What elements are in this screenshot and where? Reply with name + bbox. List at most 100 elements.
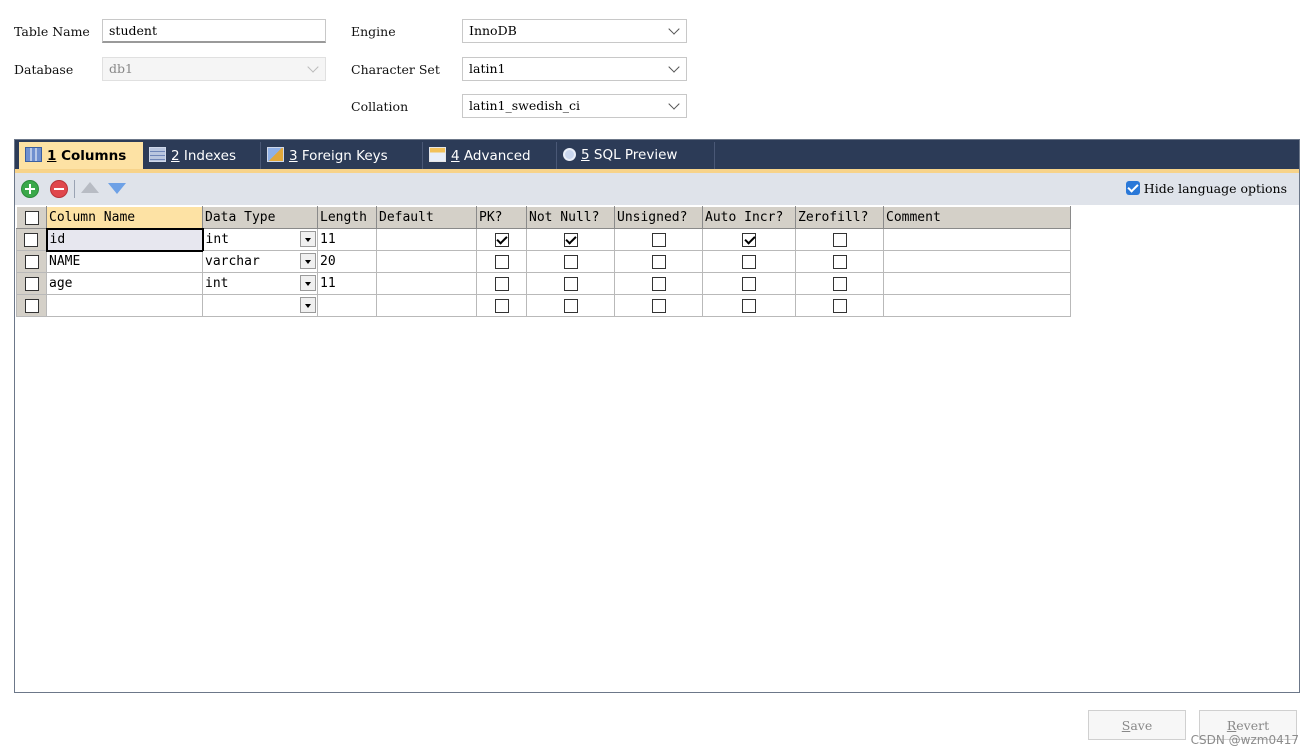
row-select-checkbox[interactable]	[24, 276, 39, 291]
not-null-cell[interactable]	[526, 228, 615, 251]
add-column-button[interactable]	[21, 180, 39, 198]
header-pk[interactable]: PK?	[476, 206, 527, 229]
hide-language-options[interactable]: Hide language options	[1125, 181, 1287, 196]
zerofill-checkbox[interactable]	[832, 276, 847, 291]
unsigned-checkbox[interactable]	[651, 298, 666, 313]
comment-cell[interactable]	[883, 228, 1071, 251]
header-not-null[interactable]: Not Null?	[526, 206, 615, 229]
unsigned-cell[interactable]	[614, 272, 703, 295]
not-null-checkbox[interactable]	[563, 276, 578, 291]
zerofill-checkbox[interactable]	[832, 298, 847, 313]
header-unsigned[interactable]: Unsigned?	[614, 206, 703, 229]
column-name-cell[interactable]: id	[45, 227, 204, 252]
auto-incr-checkbox[interactable]	[742, 276, 756, 291]
pk-checkbox[interactable]	[494, 232, 509, 247]
select-all-checkbox[interactable]	[24, 210, 39, 225]
move-down-icon[interactable]	[108, 183, 126, 194]
pk-checkbox[interactable]	[494, 254, 509, 269]
zerofill-cell[interactable]	[795, 250, 884, 273]
default-cell[interactable]	[376, 250, 477, 273]
row-select-cell[interactable]	[16, 294, 47, 317]
length-cell[interactable]: 20	[317, 250, 377, 273]
unsigned-checkbox[interactable]	[651, 254, 666, 269]
tab-indexes[interactable]: 2 Indexes	[143, 142, 261, 169]
length-cell[interactable]: 11	[317, 272, 377, 295]
auto-incr-cell[interactable]	[702, 272, 796, 295]
auto-incr-cell[interactable]	[702, 228, 796, 251]
header-length[interactable]: Length	[317, 206, 377, 229]
auto-incr-checkbox[interactable]	[742, 298, 756, 313]
data-type-cell[interactable]: int	[202, 228, 318, 251]
tab-advanced[interactable]: 4 Advanced	[423, 142, 557, 169]
unsigned-cell[interactable]	[614, 228, 703, 251]
not-null-checkbox[interactable]	[563, 232, 578, 247]
pk-checkbox[interactable]	[494, 276, 509, 291]
auto-incr-cell[interactable]	[702, 294, 796, 317]
length-cell[interactable]	[317, 294, 377, 317]
data-type-cell[interactable]	[202, 294, 318, 317]
tab-sql-preview[interactable]: 5 SQL Preview	[557, 142, 715, 169]
header-column-name[interactable]: Column Name	[46, 206, 203, 229]
dropdown-arrow-icon[interactable]	[300, 231, 316, 247]
unsigned-cell[interactable]	[614, 294, 703, 317]
default-cell[interactable]	[376, 294, 477, 317]
column-name-cell[interactable]: age	[46, 272, 203, 295]
pk-cell[interactable]	[476, 228, 527, 251]
table-row[interactable]	[16, 294, 1071, 317]
data-type-cell[interactable]: varchar	[202, 250, 318, 273]
header-default[interactable]: Default	[376, 206, 477, 229]
charset-select[interactable]: latin1	[462, 57, 687, 81]
pk-checkbox[interactable]	[494, 298, 509, 313]
row-select-cell[interactable]	[16, 250, 47, 273]
delete-column-button[interactable]	[50, 180, 68, 198]
header-comment[interactable]: Comment	[883, 206, 1071, 229]
row-select-cell[interactable]	[16, 272, 47, 295]
tab-columns[interactable]: 1 Columns	[19, 142, 143, 172]
default-cell[interactable]	[376, 228, 477, 251]
not-null-cell[interactable]	[526, 250, 615, 273]
row-select-checkbox[interactable]	[24, 232, 39, 247]
dropdown-arrow-icon[interactable]	[300, 253, 316, 269]
zerofill-checkbox[interactable]	[832, 254, 847, 269]
not-null-checkbox[interactable]	[563, 298, 578, 313]
header-zerofill[interactable]: Zerofill?	[795, 206, 884, 229]
auto-incr-checkbox[interactable]	[742, 232, 756, 247]
pk-cell[interactable]	[476, 294, 527, 317]
dropdown-arrow-icon[interactable]	[300, 275, 316, 291]
table-name-input[interactable]: student	[102, 19, 326, 43]
zerofill-checkbox[interactable]	[832, 232, 847, 247]
column-name-cell[interactable]: NAME	[46, 250, 203, 273]
pk-cell[interactable]	[476, 272, 527, 295]
row-select-cell[interactable]	[16, 228, 47, 251]
default-cell[interactable]	[376, 272, 477, 295]
auto-incr-cell[interactable]	[702, 250, 796, 273]
comment-cell[interactable]	[883, 294, 1071, 317]
unsigned-cell[interactable]	[614, 250, 703, 273]
collation-select[interactable]: latin1_swedish_ci	[462, 94, 687, 118]
select-all-cell[interactable]	[16, 206, 47, 229]
table-row[interactable]: id int 11	[16, 227, 1071, 252]
zerofill-cell[interactable]	[795, 228, 884, 251]
tab-foreign-keys[interactable]: 3 Foreign Keys	[261, 142, 423, 169]
hide-language-checkbox[interactable]	[1125, 181, 1140, 195]
not-null-cell[interactable]	[526, 272, 615, 295]
move-up-icon[interactable]	[81, 182, 99, 193]
zerofill-cell[interactable]	[795, 294, 884, 317]
comment-cell[interactable]	[883, 250, 1071, 273]
row-select-checkbox[interactable]	[24, 254, 39, 269]
header-data-type[interactable]: Data Type	[202, 206, 318, 229]
table-row[interactable]: age int 11	[16, 272, 1071, 295]
pk-cell[interactable]	[476, 250, 527, 273]
dropdown-arrow-icon[interactable]	[300, 297, 316, 313]
engine-select[interactable]: InnoDB	[462, 19, 687, 43]
not-null-checkbox[interactable]	[563, 254, 578, 269]
data-type-cell[interactable]: int	[202, 272, 318, 295]
not-null-cell[interactable]	[526, 294, 615, 317]
column-name-cell[interactable]	[46, 294, 203, 317]
row-select-checkbox[interactable]	[24, 298, 39, 313]
length-cell[interactable]: 11	[317, 228, 377, 251]
header-auto-incr[interactable]: Auto Incr?	[702, 206, 796, 229]
table-row[interactable]: NAME varchar 20	[16, 250, 1071, 273]
auto-incr-checkbox[interactable]	[742, 254, 756, 269]
save-button[interactable]: Save	[1088, 710, 1186, 740]
